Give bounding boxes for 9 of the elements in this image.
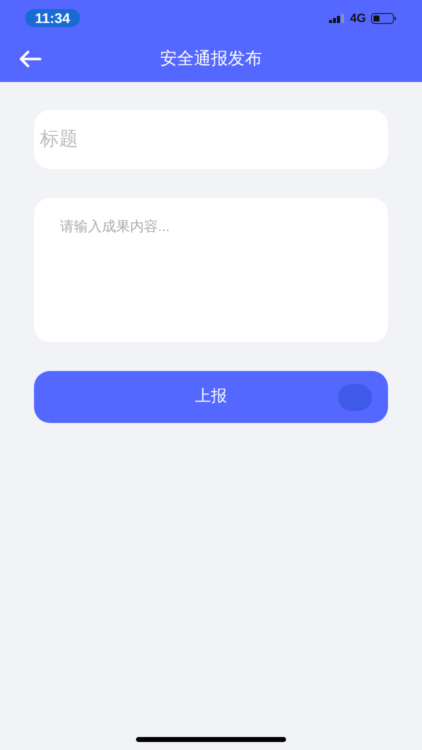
network-type: 4G xyxy=(350,10,366,27)
battery-icon xyxy=(371,12,397,24)
page-title: 安全通报发布 xyxy=(160,48,262,70)
status-time: 11:34 xyxy=(25,9,80,27)
content-field[interactable]: 请输入成果内容... xyxy=(34,198,388,342)
back-arrow-icon xyxy=(18,50,42,68)
submit-button[interactable]: 上报 xyxy=(34,371,388,423)
title-field[interactable]: 标题 xyxy=(34,110,388,169)
signal-icon xyxy=(328,14,345,22)
